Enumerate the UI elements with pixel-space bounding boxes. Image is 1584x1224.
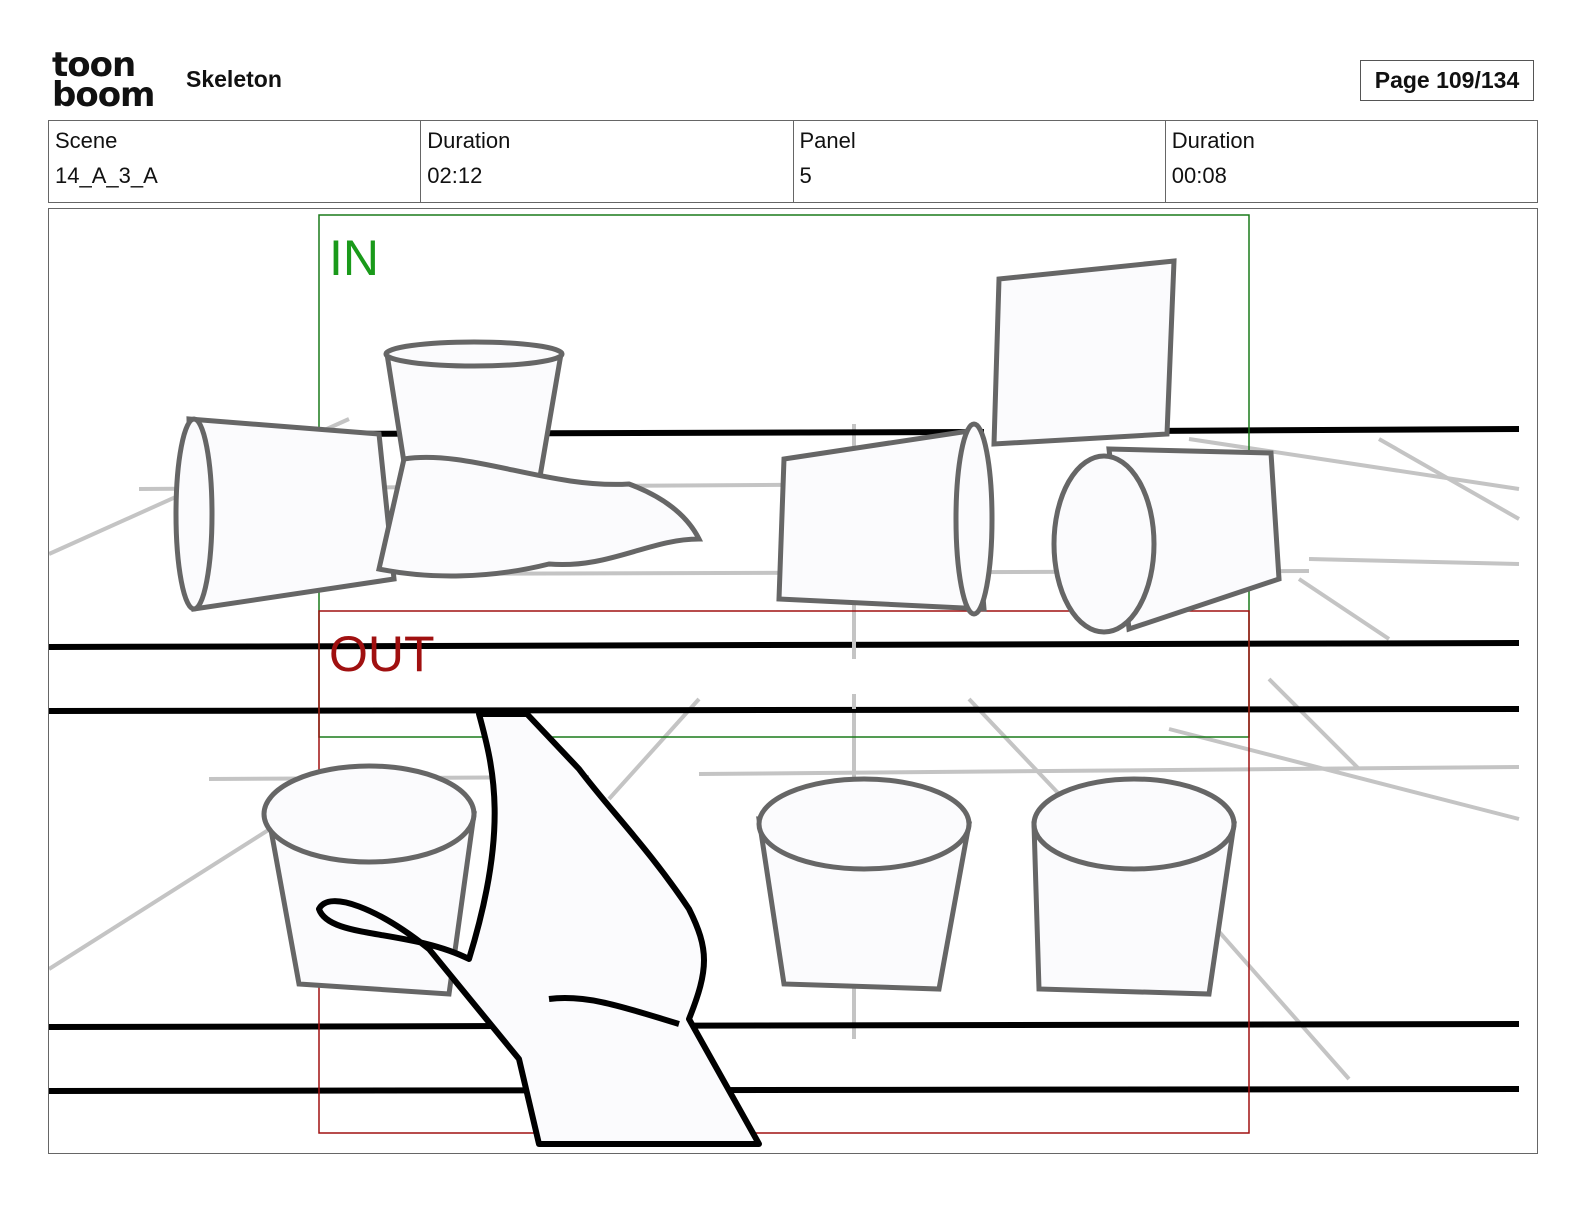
scene-duration-value: 02:12 [427, 163, 483, 188]
panel-duration-value: 00:08 [1171, 163, 1227, 188]
page-label: Page 109/134 [1374, 67, 1520, 93]
scene-value: 14_A_3_A [55, 163, 158, 188]
scene-cell: Scene 14_A_3_A [49, 121, 422, 202]
panel-sketch [49, 214, 1520, 1147]
page-indicator: Page 109/134 [1360, 60, 1534, 101]
panel-duration-cell: Duration 00:08 [1166, 121, 1537, 202]
panel-label: Panel [799, 128, 856, 153]
scene-label: Scene [55, 128, 118, 153]
out-label: OUT [329, 626, 435, 682]
scene-info-table: Scene 14_A_3_A Duration 02:12 Panel 5 Du… [48, 120, 1538, 203]
panel-value: 5 [799, 163, 812, 188]
scene-duration-label: Duration [427, 128, 511, 153]
in-label: IN [329, 230, 379, 286]
logo-text-bottom: boom [52, 75, 155, 115]
panel-cell: Panel 5 [794, 121, 1166, 202]
scene-duration-cell: Duration 02:12 [421, 121, 794, 202]
storyboard-panel: IN OUT [48, 208, 1538, 1154]
project-title: Skeleton [186, 66, 282, 92]
panel-duration-label: Duration [1171, 128, 1255, 153]
toonboom-logo: toon boom [52, 48, 164, 115]
